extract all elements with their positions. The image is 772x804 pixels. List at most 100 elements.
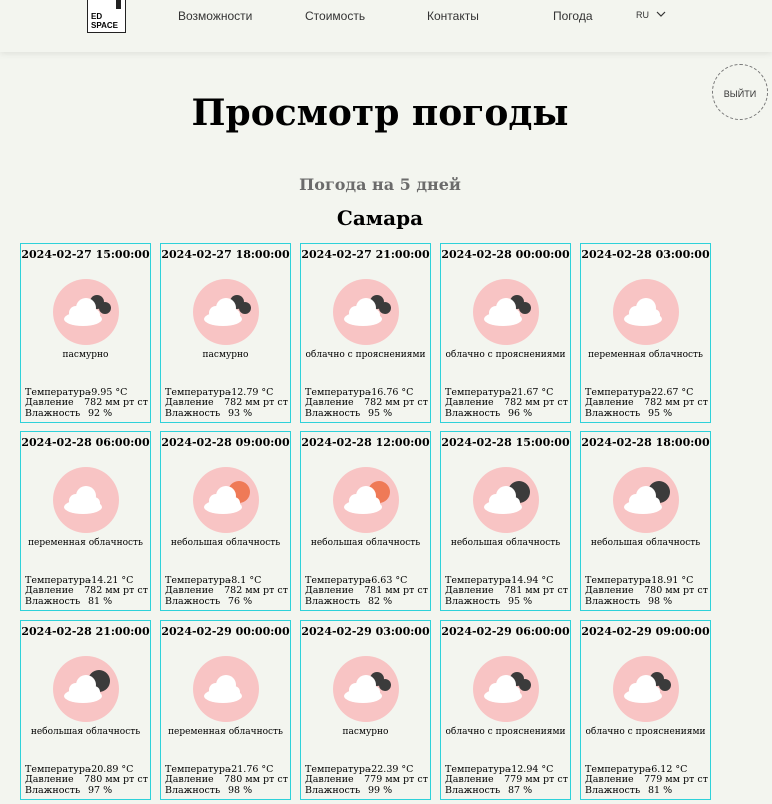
cloud-dark-icon [53, 279, 119, 345]
weather-description: небольшая облачность [30, 727, 141, 737]
weather-description: пасмурно [342, 727, 389, 737]
weather-stats: Температура -21.76 °C Давление 780 мм рт ст… [165, 764, 288, 797]
weather-stats: Температура -18.91 °C Давление 780 мм рт ст… [585, 575, 708, 608]
weather-stats: Температура -9.95 °C Давление 782 мм рт ст В… [25, 387, 148, 420]
cloud-sun-icon [193, 467, 259, 533]
weather-description: переменная облачность [168, 727, 283, 737]
cloud-dark-icon [193, 279, 259, 345]
weather-description: небольшая облачность [450, 538, 561, 548]
forecast-datetime: 2024-02-28 03:00:00 [581, 248, 710, 261]
humidity-value: 95 % [368, 407, 393, 419]
forecast-datetime: 2024-02-28 06:00:00 [21, 436, 150, 449]
weather-description: пасмурно [202, 350, 249, 360]
humidity-value: 92 % [88, 407, 113, 419]
pressure-label: Давление [305, 585, 354, 596]
pressure-value: 779 мм рт ст [364, 774, 428, 785]
language-select[interactable]: RU [636, 10, 666, 20]
nav-link-contacts[interactable]: Контакты [427, 9, 479, 23]
forecast-card: 2024-02-28 21:00:00 небольшая облачность Т… [20, 620, 151, 800]
forecast-card: 2024-02-27 15:00:00 пасмурно Температура -9… [20, 243, 151, 423]
forecast-datetime: 2024-02-28 21:00:00 [21, 625, 150, 638]
pressure-label: Давление [445, 774, 494, 785]
pressure-value: 782 мм рт ст [504, 397, 568, 408]
humidity-label: Влажность [585, 595, 641, 607]
weather-description: переменная облачность [28, 538, 143, 548]
weather-stats: Температура -6.63 °C Давление 781 мм рт ст В… [305, 575, 428, 608]
humidity-value: 99 % [368, 784, 393, 796]
humidity-value: 93 % [228, 407, 253, 419]
humidity-value: 95 % [508, 595, 533, 607]
cloud-dark-icon [333, 279, 399, 345]
humidity-value: 81 % [88, 595, 113, 607]
cloud-moon-icon [53, 656, 119, 722]
forecast-datetime: 2024-02-29 03:00:00 [301, 625, 430, 638]
logo[interactable]: ED SPACE [87, 0, 126, 33]
pressure-label: Давление [445, 585, 494, 596]
humidity-label: Влажность [25, 784, 81, 796]
cloud-dark-icon [473, 656, 539, 722]
pressure-value: 782 мм рт ст [644, 397, 708, 408]
weather-description: облачно с прояснениями [305, 350, 426, 360]
nav-link-pricing[interactable]: Стоимость [305, 9, 365, 23]
cloud-dark-icon [333, 656, 399, 722]
weather-description: переменная облачность [588, 350, 703, 360]
city-name: Самара [336, 206, 424, 230]
weather-description: небольшая облачность [310, 538, 421, 548]
humidity-value: 76 % [228, 595, 253, 607]
weather-stats: Температура -8.1 °C Давление 782 мм рт ст Вл… [165, 575, 288, 608]
cloud-moon-icon [473, 467, 539, 533]
logo-text-line2: SPACE [91, 21, 118, 30]
nav-link-features[interactable]: Возможности [178, 9, 252, 23]
nav-link-weather[interactable]: Погода [553, 9, 593, 23]
forecast-datetime: 2024-02-27 15:00:00 [21, 248, 150, 261]
forecast-datetime: 2024-02-29 09:00:00 [581, 625, 710, 638]
weather-stats: Температура -16.76 °C Давление 782 мм рт ст… [305, 387, 428, 420]
forecast-datetime: 2024-02-28 12:00:00 [301, 436, 430, 449]
pressure-value: 782 мм рт ст [364, 397, 428, 408]
humidity-label: Влажность [25, 595, 81, 607]
weather-stats: Температура -22.67 °C Давление 782 мм рт ст… [585, 387, 708, 420]
forecast-datetime: 2024-02-28 15:00:00 [441, 436, 570, 449]
forecast-card: 2024-02-28 15:00:00 небольшая облачность Т… [440, 431, 571, 611]
weather-stats: Температура -6.12 °C Давление 779 мм рт ст В… [585, 764, 708, 797]
cloud-moon-icon [613, 467, 679, 533]
humidity-value: 87 % [508, 784, 533, 796]
page-subtitle: Погода на 5 дней [299, 175, 461, 194]
pressure-value: 782 мм рт ст [84, 585, 148, 596]
chevron-down-icon [656, 11, 666, 17]
humidity-label: Влажность [305, 595, 361, 607]
humidity-value: 81 % [648, 784, 673, 796]
forecast-datetime: 2024-02-27 21:00:00 [301, 248, 430, 261]
humidity-label: Влажность [445, 784, 501, 796]
humidity-value: 98 % [648, 595, 673, 607]
forecast-card: 2024-02-29 09:00:00 облачно с прояснениям… [580, 620, 711, 800]
pressure-value: 780 мм рт ст [224, 774, 288, 785]
humidity-label: Влажность [445, 407, 501, 419]
pressure-label: Давление [165, 397, 214, 408]
humidity-label: Влажность [305, 784, 361, 796]
forecast-card: 2024-02-28 06:00:00 переменная облачность… [20, 431, 151, 611]
weather-description: облачно с прояснениями [585, 727, 706, 737]
pressure-label: Давление [25, 774, 74, 785]
forecast-card: 2024-02-27 21:00:00 облачно с прояснениям… [300, 243, 431, 423]
forecast-card: 2024-02-28 12:00:00 небольшая облачность Т… [300, 431, 431, 611]
pressure-value: 782 мм рт ст [84, 397, 148, 408]
cloud-sun-icon [333, 467, 399, 533]
forecast-card: 2024-02-27 18:00:00 пасмурно Температура -1… [160, 243, 291, 423]
forecast-datetime: 2024-02-29 06:00:00 [441, 625, 570, 638]
weather-description: облачно с прояснениями [445, 727, 566, 737]
bookmark-icon [116, 0, 121, 9]
pressure-label: Давление [445, 397, 494, 408]
pressure-value: 781 мм рт ст [504, 585, 568, 596]
humidity-label: Влажность [25, 407, 81, 419]
humidity-label: Влажность [585, 784, 641, 796]
weather-stats: Температура -20.89 °C Давление 780 мм рт ст… [25, 764, 148, 797]
humidity-value: 82 % [368, 595, 393, 607]
humidity-label: Влажность [305, 407, 361, 419]
humidity-value: 96 % [508, 407, 533, 419]
humidity-label: Влажность [165, 407, 221, 419]
forecast-card: 2024-02-29 03:00:00 пасмурно Температура -2… [300, 620, 431, 800]
pressure-label: Давление [305, 397, 354, 408]
weather-stats: Температура -21.67 °C Давление 782 мм рт ст… [445, 387, 568, 420]
pressure-value: 781 мм рт ст [364, 585, 428, 596]
